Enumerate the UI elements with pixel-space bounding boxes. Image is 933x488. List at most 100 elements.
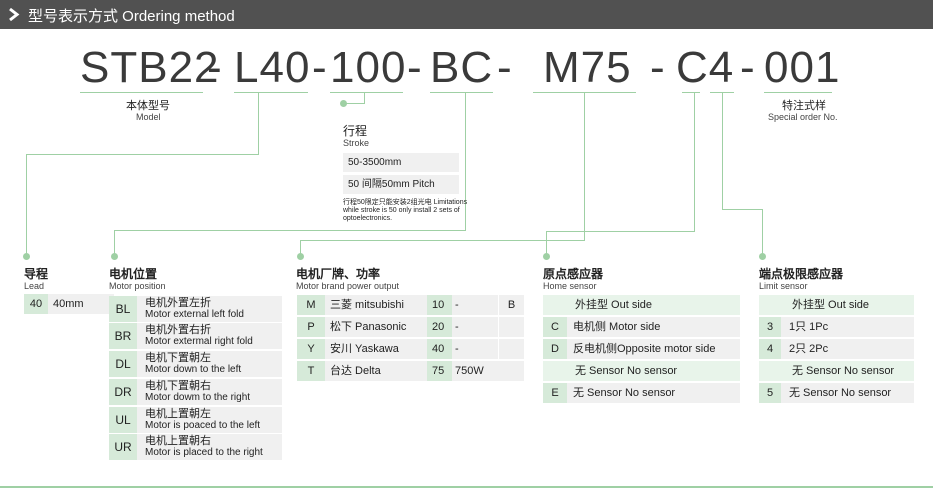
connector-line — [722, 209, 763, 210]
code-lead: L40 — [234, 43, 311, 92]
motor-brand-name: 三菱 mitsubishi — [325, 295, 427, 315]
code-dash: - — [650, 43, 665, 92]
motor-brand-name: 台达 Delta — [325, 361, 427, 381]
home-sensor-group-label: 无 Sensor No sensor — [543, 361, 740, 381]
connector-line — [258, 93, 259, 155]
code-underline — [682, 92, 700, 93]
motor-brand-code: T — [297, 361, 325, 381]
motor-brand-row: T 台达 Delta 75 750W — [297, 361, 524, 381]
motor-position-en: Motor down to the left — [145, 364, 242, 375]
home-sensor-label: 无 Sensor No sensor — [567, 383, 740, 403]
power-value: - — [452, 295, 498, 315]
connector-line — [26, 154, 27, 256]
home-sensor-label: 电机侧 Motor side — [567, 317, 740, 337]
home-sensor-label: 反电机侧Opposite motor side — [567, 339, 740, 359]
section-title: 型号表示方式 Ordering method — [28, 8, 235, 25]
connector-line — [546, 231, 695, 232]
stroke-pitch: 50 间隔50mm Pitch — [343, 175, 459, 194]
motor-position-en: Motor dowm to the right — [145, 392, 251, 403]
motor-position-code: DR — [109, 379, 137, 405]
connector-line — [694, 93, 695, 232]
motor-position-zh: 电机上置朝左 — [145, 408, 211, 420]
connector-line — [584, 93, 585, 241]
lead-row: 40 40mm — [24, 294, 114, 314]
code-dash: - — [407, 43, 422, 92]
motor-position-zh: 电机下置朝右 — [145, 380, 211, 392]
limit-sensor-code: 4 — [759, 339, 781, 359]
motor-position-code: DL — [109, 351, 137, 377]
connector-dot — [23, 253, 30, 260]
limit-sensor-row: 5 无 Sensor No sensor — [759, 383, 914, 403]
limit-sensor-row: 无 Sensor No sensor — [759, 361, 914, 381]
connector-dot — [111, 253, 118, 260]
limit-sensor-code: 5 — [759, 383, 781, 403]
motor-position-en: Motor is poaced to the left — [145, 420, 261, 431]
special-caption-zh: 特注式样 — [782, 100, 826, 112]
code-underline — [330, 92, 403, 93]
code-underline — [430, 92, 493, 93]
stroke-range: 50-3500mm — [343, 153, 459, 172]
motor-position-row: BR 电机外置右折 Motor extermal right fold — [109, 323, 282, 349]
motor-brand-title-en: Motor brand power output — [296, 281, 400, 291]
power-code: 20 — [427, 317, 452, 337]
connector-line — [26, 154, 259, 155]
chevron-right-icon — [9, 7, 20, 22]
connector-line — [722, 93, 723, 210]
stroke-note: 行程50限定只能安装2组光电 Limitations while stroke … — [343, 199, 468, 222]
home-sensor-group-label: 外挂型 Out side — [543, 295, 740, 315]
motor-position-row: UR 电机上置朝右 Motor is placed to the right — [109, 434, 282, 460]
code-underline — [764, 92, 832, 93]
special-caption-en: Special order No. — [768, 112, 838, 122]
power-value: 750W — [452, 361, 524, 381]
power-value: - — [452, 317, 498, 337]
home-sensor-code: E — [543, 383, 567, 403]
code-dash: - — [740, 43, 755, 92]
connector-dot — [297, 253, 304, 260]
motor-position-zh: 电机上置朝右 — [145, 435, 211, 447]
lead-value: 40mm — [48, 294, 114, 314]
limit-sensor-label: 无 Sensor No sensor — [781, 383, 914, 403]
code-underline — [80, 92, 203, 93]
motor-position-title-zh: 电机位置 — [109, 267, 158, 281]
limit-sensor-label: 2只 2Pc — [781, 339, 914, 359]
motor-position-zh: 电机外置右折 — [145, 324, 211, 336]
code-motor-brand: M75 — [543, 43, 632, 92]
motor-position-row: DR 电机下置朝右 Motor dowm to the right — [109, 379, 282, 405]
power-extra — [498, 339, 524, 359]
motor-brand-name: 安川 Yaskawa — [325, 339, 427, 359]
motor-position-en: Motor is placed to the right — [145, 447, 263, 458]
motor-position-code: BR — [109, 323, 137, 349]
home-sensor-row: 外挂型 Out side — [543, 295, 740, 315]
limit-sensor-label: 1只 1Pc — [781, 317, 914, 337]
home-sensor-code: C — [543, 317, 567, 337]
motor-brand-row: M 三菱 mitsubishi 10 - B — [297, 295, 524, 315]
code-special: 001 — [764, 43, 841, 92]
motor-brand-name: 松下 Panasonic — [325, 317, 427, 337]
lead-title-en: Lead — [24, 281, 45, 291]
motor-position-code: BL — [109, 296, 137, 322]
motor-position-en: Motor external left fold — [145, 309, 244, 320]
motor-brand-row: P 松下 Panasonic 20 - — [297, 317, 524, 337]
power-code: 75 — [427, 361, 452, 381]
home-sensor-row: 无 Sensor No sensor — [543, 361, 740, 381]
power-extra: B — [498, 295, 524, 315]
motor-position-en: Motor extermal right fold — [145, 336, 253, 347]
motor-position-row: DL 电机下置朝左 Motor down to the left — [109, 351, 282, 377]
motor-brand-code: M — [297, 295, 325, 315]
model-caption-zh: 本体型号 — [126, 100, 170, 112]
motor-position-zh: 电机外置左折 — [145, 297, 211, 309]
connector-line — [114, 230, 466, 231]
power-value: - — [452, 339, 498, 359]
home-sensor-title-en: Home sensor — [543, 281, 597, 291]
limit-sensor-group-label: 外挂型 Out side — [759, 295, 914, 315]
home-sensor-title-zh: 原点感应器 — [543, 267, 604, 281]
power-code: 40 — [427, 339, 452, 359]
connector-dot — [759, 253, 766, 260]
motor-position-zh: 电机下置朝左 — [145, 352, 211, 364]
code-underline — [234, 92, 308, 93]
power-extra — [498, 317, 524, 337]
limit-sensor-code: 3 — [759, 317, 781, 337]
motor-brand-code: P — [297, 317, 325, 337]
code-motor-position: BC — [430, 43, 494, 92]
limit-sensor-row: 外挂型 Out side — [759, 295, 914, 315]
